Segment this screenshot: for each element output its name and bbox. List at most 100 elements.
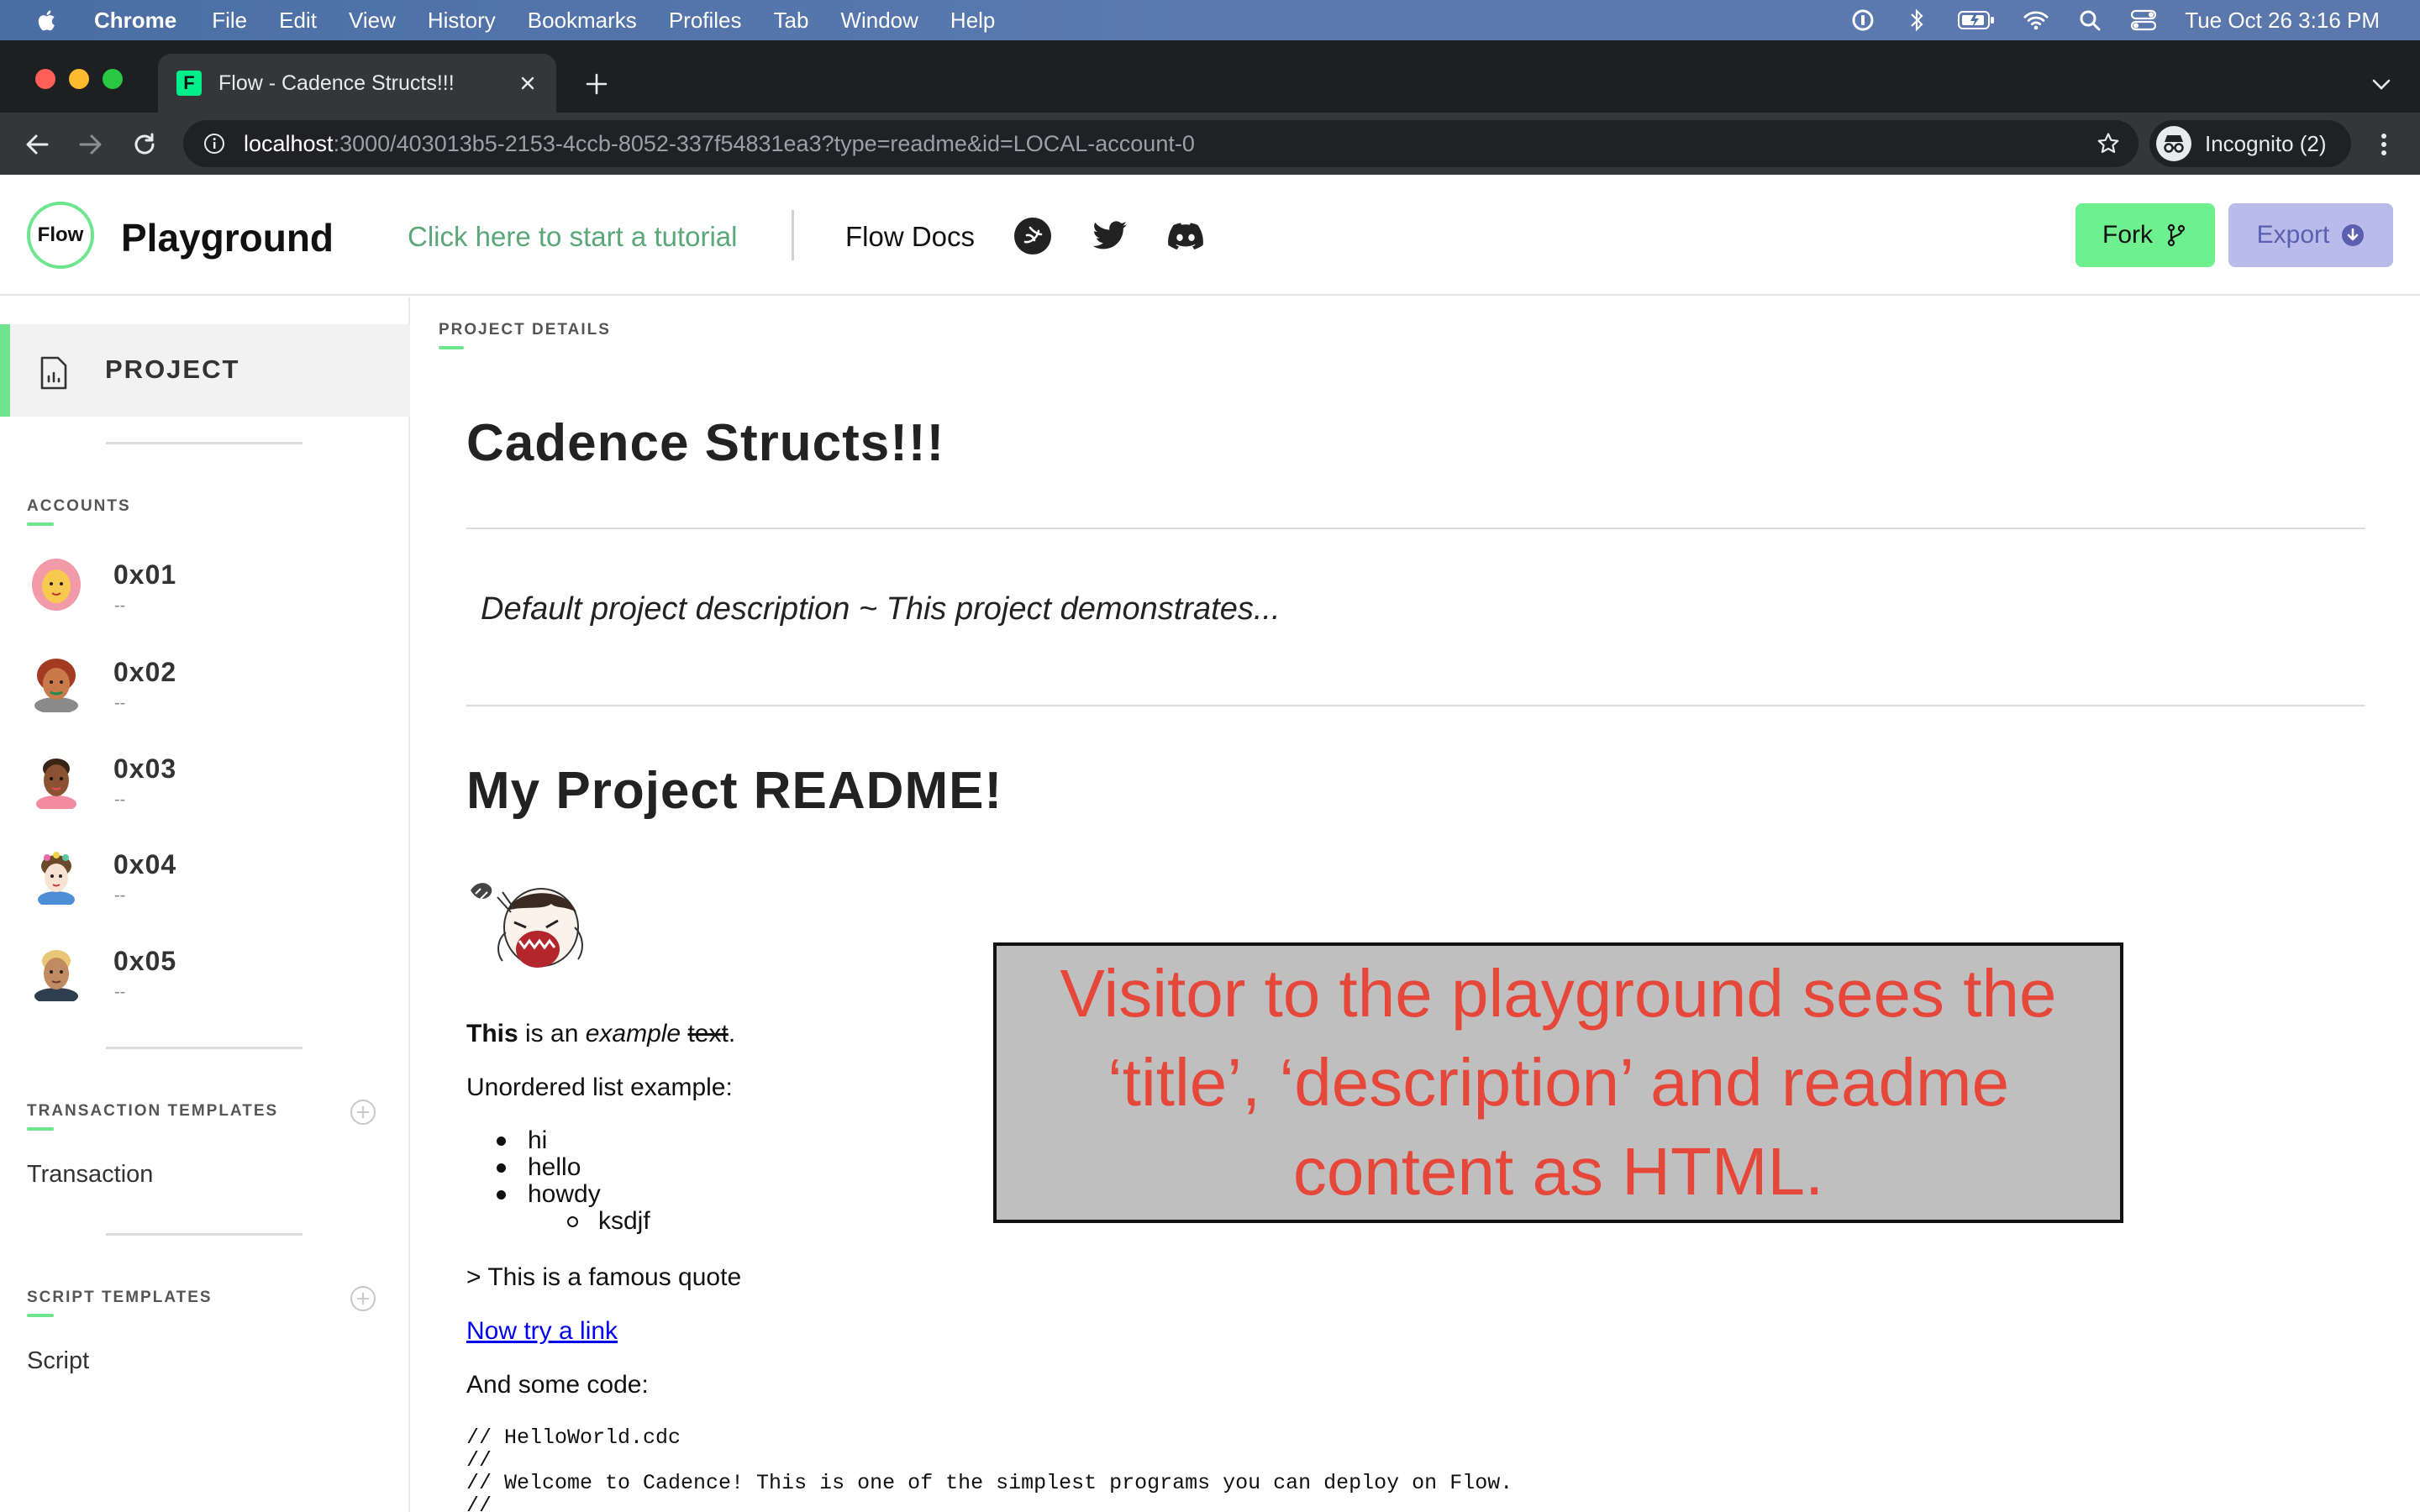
fork-label: Fork bbox=[2102, 221, 2153, 249]
account-address: 0x03 bbox=[113, 753, 177, 784]
url-path: :3000/403013b5-2153-4ccb-8052-337f54831e… bbox=[333, 130, 1195, 156]
readme-formatted-sentence: This is an example text. bbox=[466, 1020, 736, 1047]
start-tutorial-link[interactable]: Click here to start a tutorial bbox=[408, 221, 738, 253]
git-branch-icon bbox=[2165, 223, 2188, 247]
download-circle-icon bbox=[2341, 223, 2365, 247]
list-item: hi bbox=[497, 1126, 650, 1154]
incognito-icon bbox=[2156, 126, 2191, 161]
accounts-heading: ACCOUNTS bbox=[27, 497, 131, 526]
account-item-0x04[interactable]: 0x04 -- bbox=[27, 839, 397, 915]
account-subtitle: -- bbox=[114, 886, 126, 905]
reload-icon[interactable] bbox=[128, 128, 161, 161]
sidebar-item-label: PROJECT bbox=[105, 354, 240, 384]
account-address: 0x02 bbox=[113, 657, 177, 687]
readme-quote: > This is a famous quote bbox=[466, 1263, 742, 1291]
title-divider bbox=[466, 528, 2365, 529]
forward-arrow-icon[interactable] bbox=[74, 128, 108, 161]
fork-button[interactable]: Fork bbox=[2075, 203, 2215, 267]
account-subtitle: -- bbox=[114, 790, 126, 809]
menu-bookmarks[interactable]: Bookmarks bbox=[528, 8, 637, 34]
menu-view[interactable]: View bbox=[349, 8, 396, 34]
script-templates-heading: SCRIPT TEMPLATES bbox=[27, 1289, 213, 1317]
account-subtitle: -- bbox=[114, 694, 126, 712]
account-address: 0x04 bbox=[113, 849, 177, 879]
menu-help[interactable]: Help bbox=[950, 8, 995, 34]
project-details-panel: PROJECT DETAILS Cadence Structs!!! Defau… bbox=[412, 297, 2420, 1512]
sidebar-divider bbox=[106, 1047, 302, 1049]
avatar bbox=[38, 852, 75, 905]
account-item-0x01[interactable]: 0x01 -- bbox=[27, 549, 397, 625]
menu-tab[interactable]: Tab bbox=[774, 8, 809, 34]
battery-icon[interactable] bbox=[1958, 8, 1995, 33]
readme-link-row: Now try a link bbox=[466, 1317, 618, 1346]
list-item: howdy bbox=[497, 1180, 650, 1208]
sidebar-item-script[interactable]: Script bbox=[27, 1347, 89, 1375]
readme-code-block: // HelloWorld.cdc // // Welcome to Caden… bbox=[466, 1425, 1513, 1512]
avatar bbox=[32, 559, 81, 611]
project-title: Cadence Structs!!! bbox=[466, 414, 945, 472]
export-button[interactable]: Export bbox=[2228, 203, 2393, 267]
annotation-callout: Visitor to the playground sees the ‘titl… bbox=[993, 942, 2123, 1223]
account-item-0x02[interactable]: 0x02 -- bbox=[27, 647, 397, 722]
site-info-icon[interactable] bbox=[203, 133, 225, 155]
window-minimize-button[interactable] bbox=[69, 69, 89, 89]
control-center-icon[interactable] bbox=[2131, 8, 2157, 33]
wifi-icon[interactable] bbox=[2023, 8, 2049, 33]
add-script-template-icon[interactable] bbox=[350, 1285, 376, 1312]
tab-close-icon[interactable] bbox=[516, 71, 539, 95]
list-item: hello bbox=[497, 1153, 650, 1181]
address-bar[interactable]: localhost :3000/403013b5-2153-4ccb-8052-… bbox=[183, 120, 2139, 167]
incognito-label: Incognito (2) bbox=[2205, 130, 2327, 156]
menu-history[interactable]: History bbox=[428, 8, 496, 34]
account-item-0x05[interactable]: 0x05 -- bbox=[27, 936, 397, 1011]
menu-profiles[interactable]: Profiles bbox=[669, 8, 742, 34]
twitter-icon[interactable] bbox=[1091, 217, 1129, 255]
add-transaction-template-icon[interactable] bbox=[350, 1099, 376, 1126]
avatar bbox=[34, 950, 78, 1001]
sidebar-item-transaction[interactable]: Transaction bbox=[27, 1161, 153, 1189]
nested-list-item: ksdjf bbox=[567, 1207, 650, 1235]
sidebar-item-project[interactable]: PROJECT bbox=[0, 324, 410, 417]
flow-discord-forum-icon[interactable] bbox=[1013, 217, 1052, 255]
breadcrumb: PROJECT DETAILS bbox=[439, 321, 611, 349]
account-subtitle: -- bbox=[114, 983, 126, 1001]
flow-favicon-icon: F bbox=[176, 71, 202, 96]
bookmark-star-icon[interactable] bbox=[2096, 132, 2120, 155]
menu-file[interactable]: File bbox=[212, 8, 247, 34]
flow-docs-link[interactable]: Flow Docs bbox=[845, 221, 975, 253]
readme-link[interactable]: Now try a link bbox=[466, 1317, 618, 1345]
tab-search-chevron-icon[interactable] bbox=[2368, 71, 2395, 97]
apple-icon[interactable] bbox=[35, 8, 60, 33]
back-arrow-icon[interactable] bbox=[20, 128, 54, 161]
discord-icon[interactable] bbox=[1166, 217, 1205, 255]
avatar bbox=[36, 759, 76, 809]
menu-app-name[interactable]: Chrome bbox=[94, 8, 176, 34]
active-indicator bbox=[0, 324, 10, 417]
menu-window[interactable]: Window bbox=[840, 8, 918, 34]
readme-heading: My Project README! bbox=[466, 762, 1003, 820]
spotlight-search-icon[interactable] bbox=[2077, 8, 2102, 33]
account-address: 0x01 bbox=[113, 559, 177, 590]
window-zoom-button[interactable] bbox=[103, 69, 123, 89]
readme-list-intro: Unordered list example: bbox=[466, 1074, 733, 1101]
transaction-templates-heading: TRANSACTION TEMPLATES bbox=[27, 1102, 278, 1131]
account-item-0x03[interactable]: 0x03 -- bbox=[27, 743, 397, 819]
browser-tab-active[interactable]: F Flow - Cadence Structs!!! bbox=[158, 54, 556, 113]
app-title: Playground bbox=[121, 216, 334, 260]
sidebar: PROJECT ACCOUNTS 0x01 -- 0x02 -- 0x03 -- bbox=[0, 297, 410, 1512]
project-description: Default project description ~ This proje… bbox=[481, 591, 1281, 627]
document-chart-icon bbox=[40, 356, 67, 390]
flow-logo[interactable]: Flow bbox=[27, 202, 94, 269]
avatar bbox=[34, 659, 78, 712]
menu-edit[interactable]: Edit bbox=[279, 8, 317, 34]
window-close-button[interactable] bbox=[35, 69, 55, 89]
bluetooth-icon[interactable] bbox=[1904, 8, 1929, 33]
description-divider bbox=[466, 705, 2365, 706]
incognito-profile-button[interactable]: Incognito (2) bbox=[2149, 120, 2351, 167]
chrome-menu-kebab-icon[interactable] bbox=[2371, 128, 2396, 161]
annotation-text: Visitor to the playground sees the ‘titl… bbox=[1060, 956, 2057, 1209]
menubar-clock[interactable]: Tue Oct 26 3:16 PM bbox=[2185, 8, 2380, 34]
header-divider bbox=[792, 210, 794, 260]
new-tab-plus-icon[interactable] bbox=[581, 69, 612, 99]
password-manager-icon[interactable] bbox=[1850, 8, 1876, 33]
